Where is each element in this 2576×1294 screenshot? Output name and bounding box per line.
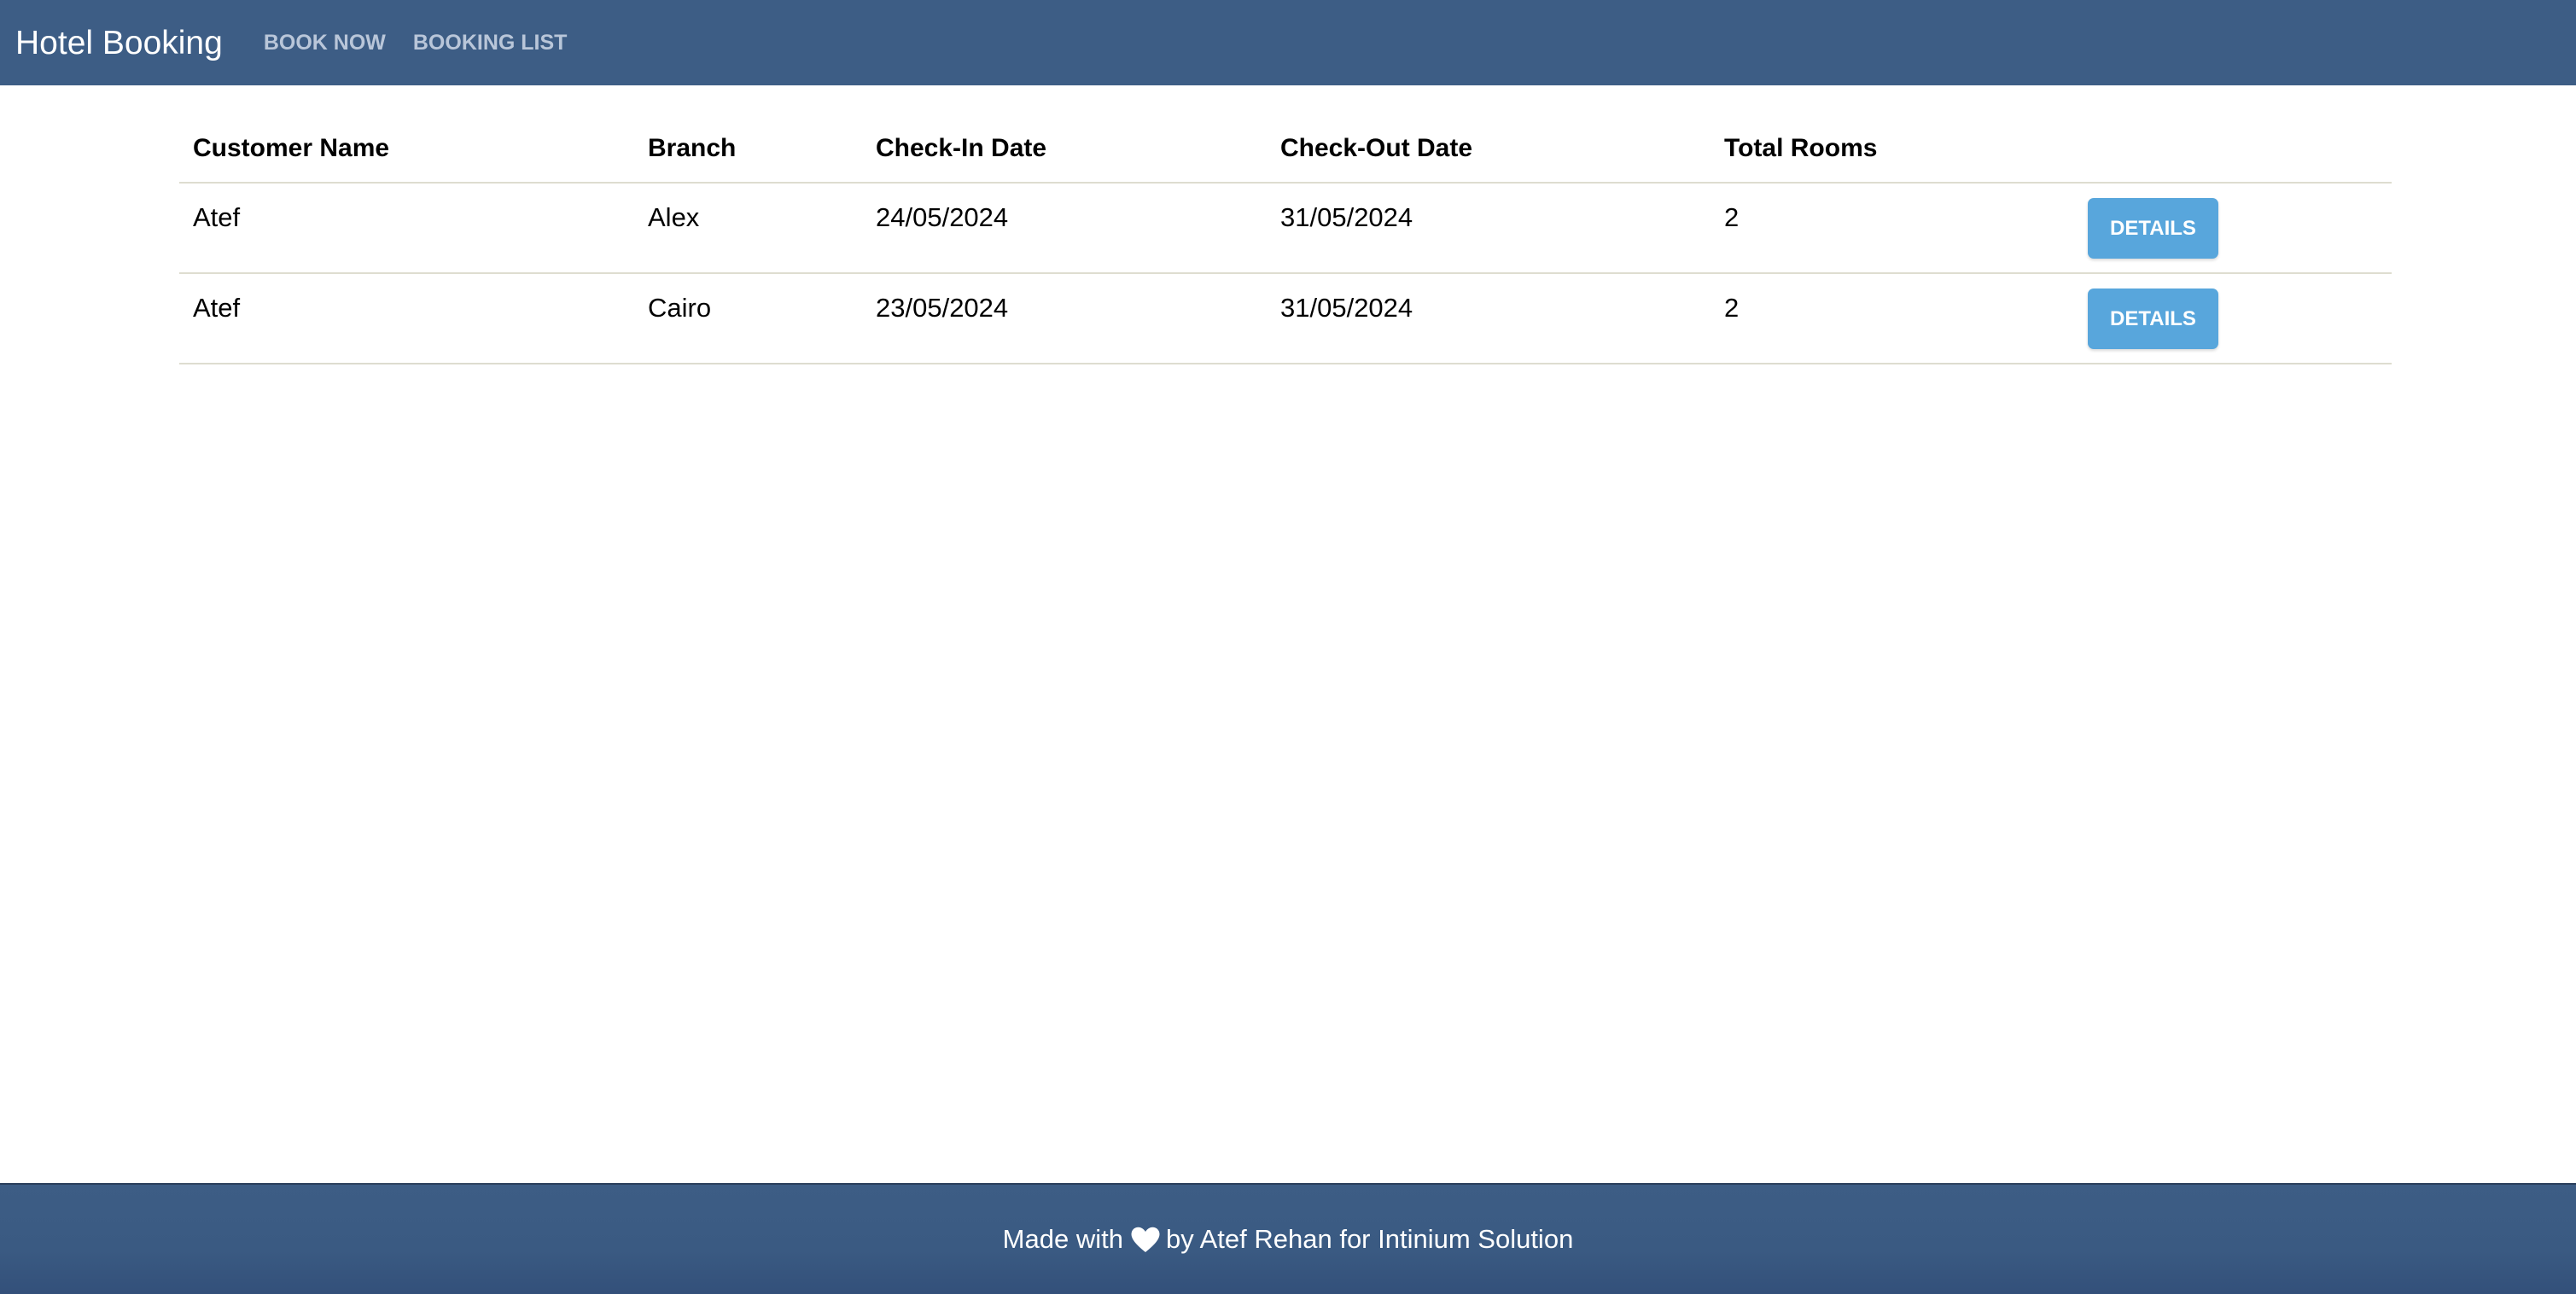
cell-total-rooms: 2 (1711, 183, 2074, 274)
table-row: Atef Cairo 23/05/2024 31/05/2024 2 DETAI… (179, 273, 2392, 364)
header-total-rooms: Total Rooms (1711, 115, 2074, 184)
booking-table: Customer Name Branch Check-In Date Check… (179, 115, 2392, 364)
details-button[interactable]: DETAILS (2088, 289, 2218, 349)
header-branch: Branch (634, 115, 862, 184)
footer-text-before: Made with (1002, 1224, 1123, 1254)
cell-check-in-date: 23/05/2024 (862, 273, 1267, 364)
cell-customer-name: Atef (179, 273, 634, 364)
cell-actions: DETAILS (2074, 183, 2392, 274)
cell-check-out-date: 31/05/2024 (1267, 183, 1711, 274)
top-navbar: Hotel Booking BOOK NOW BOOKING LIST (0, 0, 2576, 85)
cell-customer-name: Atef (179, 183, 634, 274)
booking-table-container: Customer Name Branch Check-In Date Check… (179, 115, 2392, 364)
cell-check-out-date: 31/05/2024 (1267, 273, 1711, 364)
footer-text-after: by Atef Rehan for Intinium Solution (1165, 1224, 1574, 1254)
cell-branch: Cairo (634, 273, 862, 364)
cell-branch: Alex (634, 183, 862, 274)
header-check-out-date: Check-Out Date (1267, 115, 1711, 184)
table-header-row: Customer Name Branch Check-In Date Check… (179, 115, 2392, 184)
cell-actions: DETAILS (2074, 273, 2392, 364)
brand-title[interactable]: Hotel Booking (15, 26, 223, 60)
page: Hotel Booking BOOK NOW BOOKING LIST Cust… (0, 0, 2576, 1294)
cell-check-in-date: 24/05/2024 (862, 183, 1267, 274)
nav-link-booking-list[interactable]: BOOKING LIST (413, 32, 568, 54)
details-button[interactable]: DETAILS (2088, 198, 2218, 259)
cell-total-rooms: 2 (1711, 273, 2074, 364)
heart-icon (1131, 1227, 1160, 1252)
header-check-in-date: Check-In Date (862, 115, 1267, 184)
footer: Made with by Atef Rehan for Intinium Sol… (0, 1183, 2576, 1294)
header-actions (2074, 115, 2392, 184)
header-customer-name: Customer Name (179, 115, 634, 184)
nav-link-book-now[interactable]: BOOK NOW (264, 32, 386, 54)
table-row: Atef Alex 24/05/2024 31/05/2024 2 DETAIL… (179, 183, 2392, 274)
